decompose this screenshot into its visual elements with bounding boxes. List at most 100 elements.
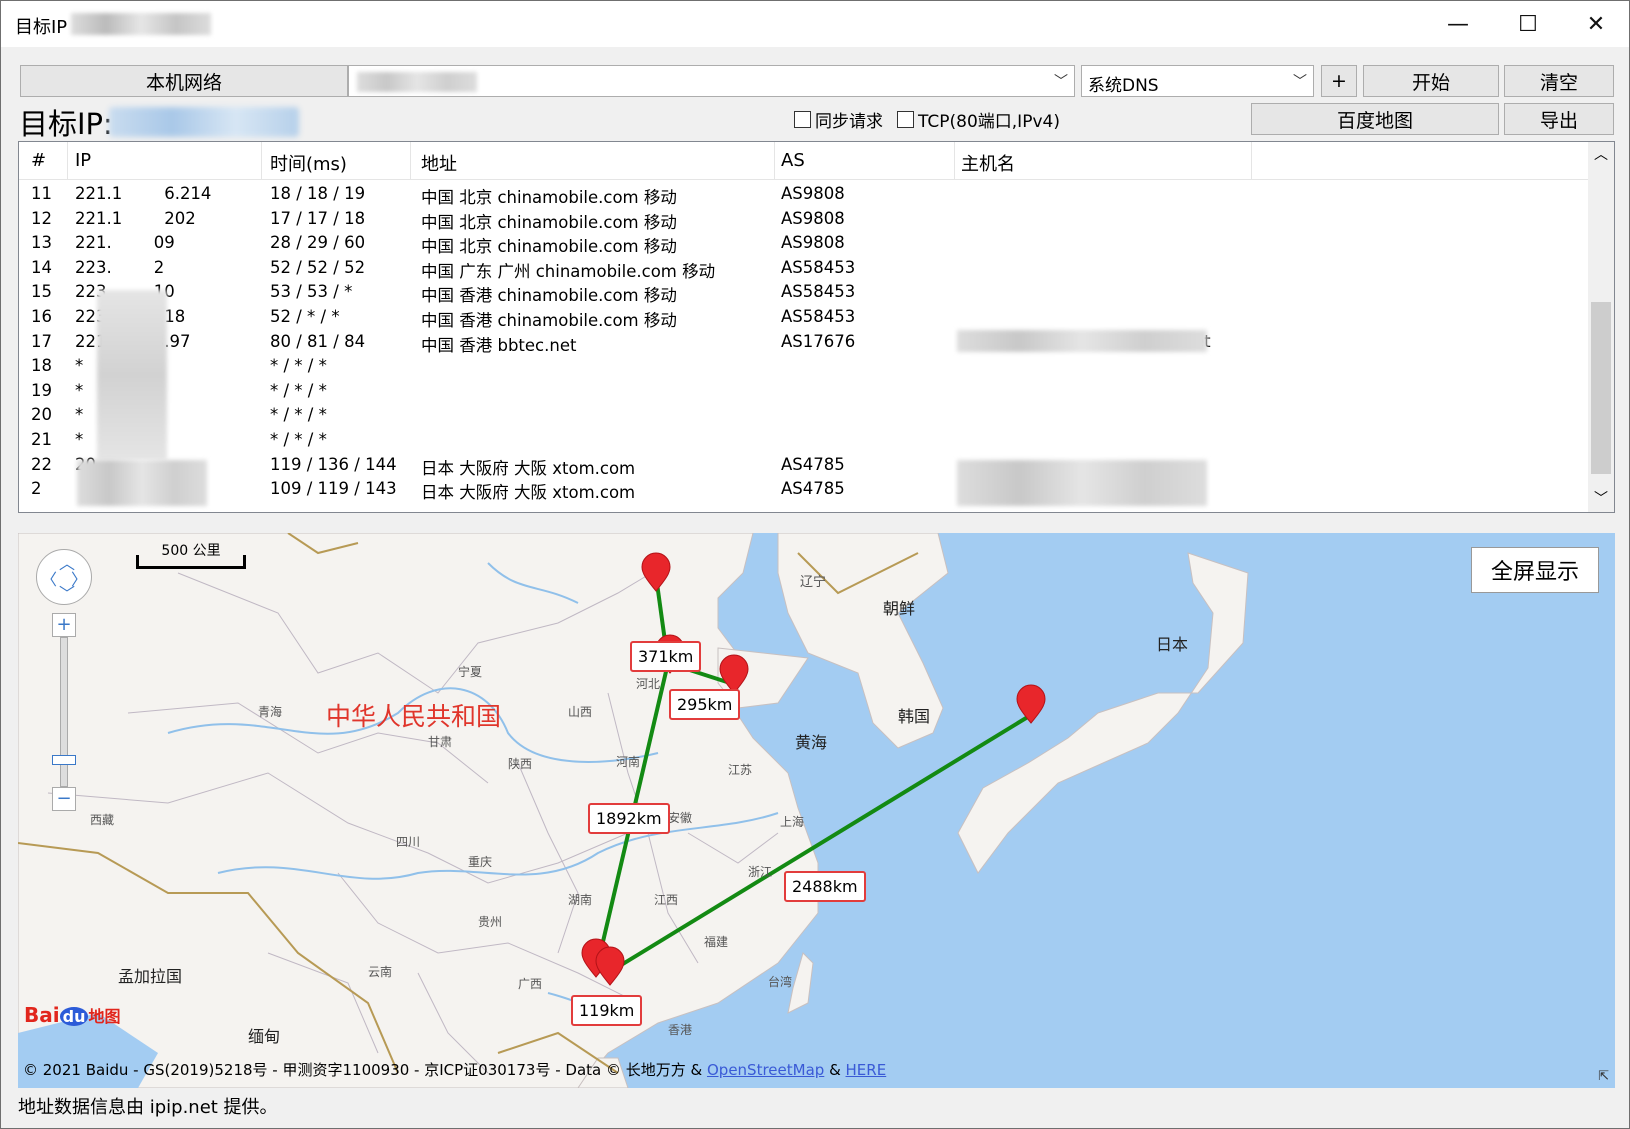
cell-time: 18 / 18 / 19 — [270, 184, 366, 203]
pan-control[interactable]: ︿ ﹀ 〈 〉 — [36, 549, 92, 605]
scroll-thumb[interactable] — [1591, 302, 1611, 474]
add-button[interactable]: + — [1321, 65, 1357, 97]
chevron-down-icon[interactable]: ﹀ — [1293, 71, 1307, 91]
place-label: 韩国 — [898, 707, 931, 726]
place-label: 辽宁 — [800, 575, 827, 590]
table-row[interactable]: 11 221.1 6.214 18 / 18 / 19 中国 北京 chinamobi… — [19, 182, 1588, 207]
column-header[interactable]: # — [31, 150, 46, 171]
table-row[interactable]: 14 223. 2 52 / 52 / 52 中国 广东 广州 chinamobile… — [19, 256, 1588, 281]
chevron-down-icon[interactable]: ﹀ — [1054, 71, 1068, 91]
cell-ip: 221. 09 — [75, 233, 175, 253]
checkbox-box[interactable] — [897, 111, 914, 128]
scroll-down-icon[interactable]: ﹀ — [1594, 488, 1608, 508]
column-header[interactable]: 主机名 — [961, 150, 1015, 176]
cell-addr: 中国 香港 chinamobile.com 移动 — [421, 311, 677, 330]
baidu-logo: Bai du 地图 — [24, 1003, 121, 1027]
resize-corner-icon[interactable]: ⇱ — [1598, 1069, 1609, 1084]
local-network-button[interactable]: 本机网络 — [20, 65, 348, 97]
app-window: 目标IP — ☐ ✕ 本机网络 ﹀ 系统DNS ﹀ + 开始 清空 目标IP: … — [0, 0, 1630, 1129]
cell-as: AS17676 — [781, 331, 856, 351]
osm-link[interactable]: OpenStreetMap — [707, 1061, 824, 1079]
maximize-button[interactable]: ☐ — [1493, 1, 1563, 47]
cell-as: AS9808 — [781, 184, 845, 203]
zoom-out-icon[interactable]: − — [52, 787, 76, 811]
target-ip-label: 目标IP: — [19, 107, 113, 141]
japan-land — [957, 552, 1249, 874]
sync-request-checkbox[interactable]: 同步请求 — [794, 107, 883, 132]
here-link[interactable]: HERE — [846, 1061, 887, 1079]
column-header[interactable]: 地址 — [421, 150, 457, 176]
pan-left-icon[interactable]: 〈 — [41, 566, 57, 590]
table-row[interactable]: 21 * * / * / * — [19, 428, 1588, 453]
map-copyright: © 2021 Baidu - GS(2019)5218号 - 甲测资字11009… — [23, 1061, 887, 1079]
fullscreen-button[interactable]: 全屏显示 — [1471, 547, 1599, 593]
cell-ip: * — [75, 380, 84, 400]
column-header[interactable]: 时间(ms) — [270, 150, 347, 176]
cell-as: AS4785 — [781, 454, 845, 474]
place-label: 陕西 — [508, 757, 533, 771]
ip-redacted — [97, 290, 167, 460]
cell-time: 109 / 119 / 143 — [270, 479, 397, 499]
target-combo[interactable]: ﹀ — [348, 65, 1075, 97]
baidu-map[interactable]: 辽宁朝鲜日本韩国黄海河北宁夏青海甘肃山西陕西河南江苏上海湖北安徽四川重庆浙江湖南… — [18, 533, 1615, 1088]
tcp-checkbox[interactable]: TCP(80端口,IPv4) — [897, 107, 1060, 132]
table-row[interactable]: 2 109 / 119 / 143 日本 大阪府 大阪 xtom.com AS4785 — [19, 477, 1588, 502]
table-row[interactable]: 17 221. 3.97 80 / 81 / 84 中国 香港 bbtec.net AS… — [19, 330, 1588, 355]
cell-as: AS58453 — [781, 282, 856, 302]
cell-addr: 中国 香港 bbtec.net — [421, 335, 577, 355]
hostname-redacted — [957, 460, 1207, 506]
cell-time: 52 / 52 / 52 — [270, 257, 366, 277]
table-row[interactable]: 16 223. 118 52 / * / * 中国 香港 chinamobile.co… — [19, 305, 1588, 330]
cell-as: AS9808 — [781, 208, 845, 228]
export-button[interactable]: 导出 — [1504, 103, 1614, 135]
distance-label: 2488km — [784, 871, 866, 902]
cell-addr: 日本 大阪府 大阪 xtom.com — [421, 458, 636, 478]
pan-right-icon[interactable]: 〉 — [71, 566, 87, 590]
baidu-map-button[interactable]: 百度地图 — [1251, 103, 1499, 135]
table-row[interactable]: 13 221. 09 28 / 29 / 60 中国 北京 chinamobile.c… — [19, 231, 1588, 256]
cell-addr: 中国 北京 chinamobile.com 移动 — [421, 212, 677, 232]
table-row[interactable]: 20 * * / * / * — [19, 403, 1588, 428]
place-label: 江苏 — [728, 763, 753, 777]
close-button[interactable]: ✕ — [1561, 1, 1630, 47]
scroll-up-icon[interactable]: ︿ — [1594, 144, 1608, 164]
table-row[interactable]: 12 221.1 202 17 / 17 / 18 中国 北京 chinamobile… — [19, 207, 1588, 232]
place-label: 上海 — [780, 815, 805, 829]
status-footer: 地址数据信息由 ipip.net 提供。 — [18, 1097, 278, 1118]
table-header: # IP 时间(ms) 地址 AS 主机名 — [19, 142, 1588, 180]
place-label: 湖南 — [568, 893, 593, 907]
route-table[interactable]: # IP 时间(ms) 地址 AS 主机名 11 221.1 6.214 18 / … — [18, 141, 1615, 513]
cell-as: AS58453 — [781, 257, 856, 277]
vertical-scrollbar[interactable]: ︿ ﹀ — [1588, 142, 1614, 512]
start-button[interactable]: 开始 — [1363, 65, 1499, 97]
zoom-handle[interactable] — [52, 755, 76, 765]
cell-as: AS4785 — [781, 479, 845, 499]
table-row[interactable]: 18 * * / * / * — [19, 354, 1588, 379]
cell-n: 19 — [31, 380, 52, 400]
table-row[interactable]: 15223. 1053 / 53 / *中国 香港 chinamobile.co… — [19, 280, 1588, 305]
cell-addr: 中国 北京 chinamobile.com 移动 — [421, 237, 677, 257]
zoom-in-icon[interactable]: + — [52, 613, 76, 637]
column-header[interactable]: IP — [75, 150, 91, 171]
table-row[interactable]: 19 * * / * / * — [19, 379, 1588, 404]
map-canvas[interactable] — [18, 533, 1615, 1088]
cell-addr: 中国 广东 广州 chinamobile.com 移动 — [421, 261, 716, 281]
scale-bar: 500 公里 — [136, 544, 246, 569]
sync-request-label: 同步请求 — [815, 112, 883, 132]
minimize-button[interactable]: — — [1423, 1, 1493, 47]
cell-n: 11 — [31, 184, 52, 203]
cell-n: 12 — [31, 208, 52, 228]
cell-n: 22 — [31, 454, 52, 474]
place-label: 河北 — [636, 677, 661, 691]
place-label: 青海 — [258, 705, 283, 719]
dns-select[interactable]: 系统DNS ﹀ — [1081, 65, 1314, 97]
column-header[interactable]: AS — [781, 150, 805, 171]
cell-time: * / * / * — [270, 380, 327, 400]
checkbox-box[interactable] — [794, 111, 811, 128]
cell-addr: 中国 香港 chinamobile.com 移动 — [421, 286, 677, 306]
cell-as: AS9808 — [781, 233, 845, 253]
clear-button[interactable]: 清空 — [1504, 65, 1614, 97]
table-row[interactable]: 2220119 / 136 / 144日本 大阪府 大阪 xtom.comAS4… — [19, 453, 1588, 478]
cell-ip: 223. 2 — [75, 257, 165, 277]
ip-redacted — [77, 460, 207, 506]
